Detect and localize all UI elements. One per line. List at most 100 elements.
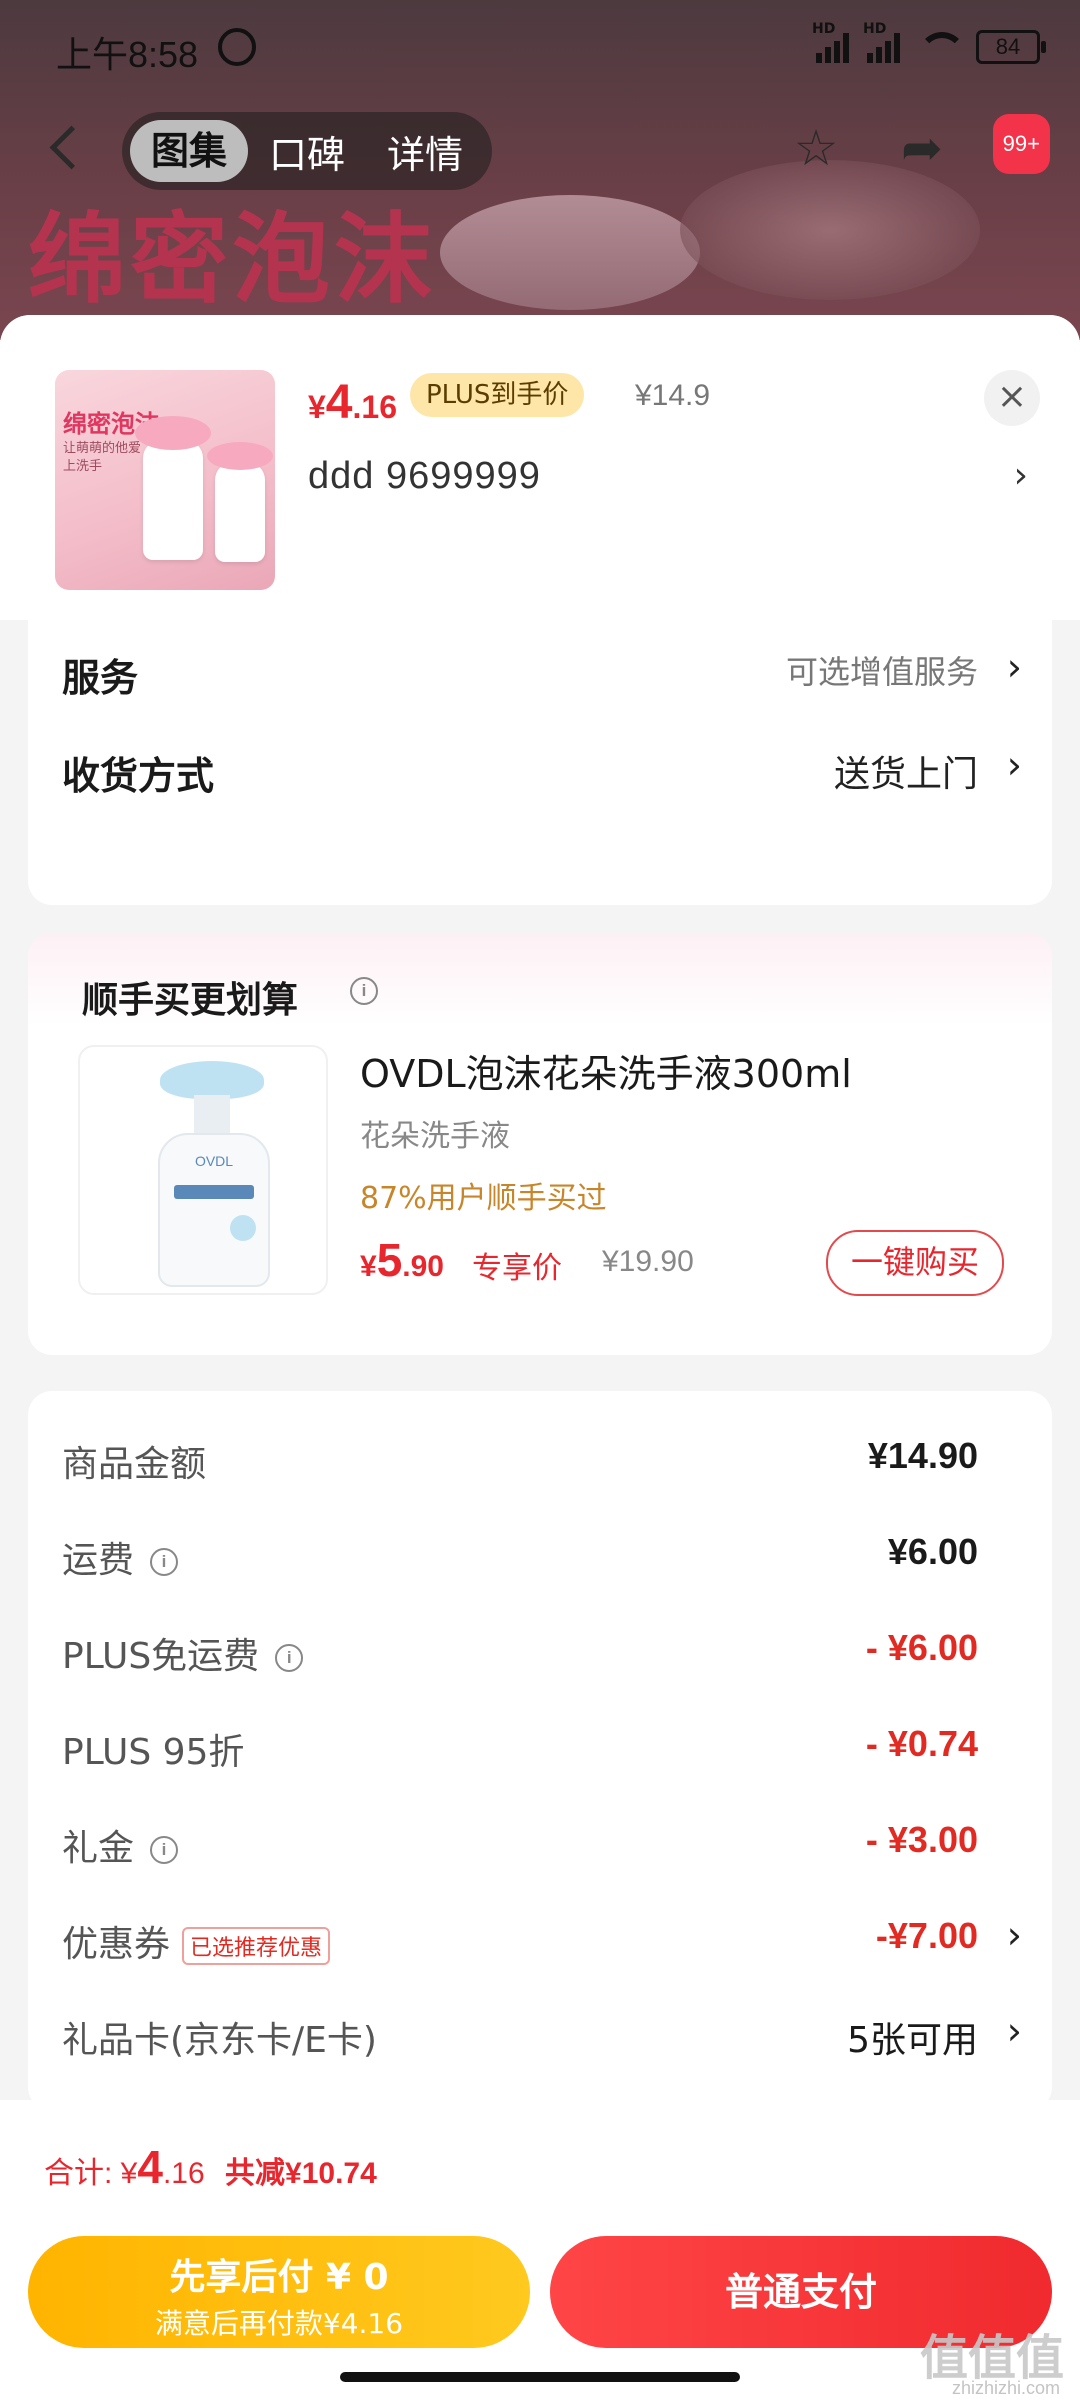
addon-product-name[interactable]: OVDL泡沫花朵洗手液300ml [360, 1043, 852, 1098]
plus-price-tag: PLUS到手价 [410, 373, 585, 417]
close-icon[interactable]: × [984, 370, 1040, 426]
amount-label: 优惠券 已选推荐优惠 [62, 1915, 331, 1967]
thumb-subtitle: 让萌萌的他爱上洗手 [63, 441, 142, 474]
nav-actions: ☆ ➦ ⋯99+ [788, 114, 1056, 176]
amount-row-shipping: 运费 i ¥6.00 [62, 1531, 1022, 1591]
share-icon[interactable]: ➦ [894, 120, 950, 176]
amount-row-gift-money: 礼金 i - ¥3.00 [62, 1819, 1022, 1879]
total-decimal: .16 [162, 2157, 205, 2190]
chevron-right-icon: › [1006, 2009, 1022, 2053]
battery-icon: 84 [976, 30, 1046, 64]
amount-label-text: PLUS免运费 [62, 1636, 260, 1677]
addon-price-integer: 5 [376, 1234, 403, 1286]
price-decimal: .16 [352, 389, 397, 425]
coupon-tag: 已选推荐优惠 [182, 1927, 331, 1965]
more-icon[interactable]: ⋯99+ [992, 114, 1056, 176]
amount-label: PLUS 95折 [62, 1732, 245, 1773]
addon-product-sub: 花朵洗手液 [360, 1119, 510, 1154]
watermark-url: zhizhizhi.com [951, 2378, 1060, 2398]
amount-value: 5张可用 [847, 2020, 978, 2061]
wifi-icon [918, 32, 966, 62]
one-click-buy-button[interactable]: 一键购买 [826, 1230, 1004, 1296]
amount-value: - ¥3.00 [865, 1819, 978, 1860]
original-price: ¥14.9 [635, 379, 711, 412]
amount-label-text: 礼金 [62, 1828, 135, 1869]
amount-label: 运费 i [62, 1531, 179, 1583]
amount-breakdown-card: 商品金额 ¥14.90 运费 i ¥6.00 PLUS免运费 i - ¥6.00 P… [28, 1391, 1052, 2111]
product-thumbnail: 绵密泡沫 让萌萌的他爱上洗手 [55, 370, 275, 590]
service-row[interactable]: 服务 可选增值服务 › [62, 645, 1022, 707]
purchase-sheet: 绵密泡沫 让萌萌的他爱上洗手 ¥4.16 PLUS到手价 ¥14.9 × ddd… [0, 315, 1080, 2400]
bottle-image-2 [215, 462, 265, 562]
total-label: 合计: [44, 2157, 121, 2190]
status-bar: 上午8:58 HD HD 84 [0, 0, 1080, 100]
message-badge: 99+ [992, 114, 1050, 174]
delivery-label: 收货方式 [62, 754, 215, 798]
tab-details[interactable]: 详情 [366, 124, 484, 179]
info-icon[interactable]: i [150, 1836, 179, 1864]
amount-row-plus-discount: PLUS 95折 - ¥0.74 [62, 1723, 1022, 1783]
bottle-cap-image [135, 416, 211, 450]
amount-value: - ¥6.00 [865, 1627, 978, 1668]
addon-exclusive-label: 专享价 [472, 1251, 562, 1286]
total-integer: 4 [137, 2141, 163, 2193]
addon-price-currency: ¥ [360, 1250, 377, 1283]
flower-pump-image [160, 1061, 264, 1099]
amount-row-goods: 商品金额 ¥14.90 [62, 1435, 1022, 1495]
spec-text: ddd 9699999 [308, 455, 541, 497]
signal-icon-2: HD [863, 21, 900, 63]
addon-price-decimal: .90 [402, 1250, 444, 1283]
info-icon[interactable]: i [150, 1548, 179, 1576]
total-bar: 合计: ¥4.16 共减¥10.74 [0, 2100, 1080, 2220]
tab-reviews[interactable]: 口碑 [248, 124, 366, 179]
back-icon[interactable] [48, 126, 88, 166]
price-currency: ¥ [308, 389, 326, 425]
nav-tabs: 图集 口碑 详情 [122, 112, 492, 190]
delivery-row[interactable]: 收货方式 送货上门 › [62, 743, 1022, 805]
bottle-cap-image-2 [207, 442, 273, 470]
product-price: ¥4.16 [308, 375, 397, 430]
product-page-background: 绵密泡沫 上午8:58 HD HD 84 图集 口碑 详情 ☆ ➦ ⋯99+ [0, 0, 1080, 340]
info-icon[interactable]: i [275, 1644, 304, 1672]
amount-value: ¥14.90 [867, 1435, 978, 1476]
pay-later-sub: 满意后再付款¥4.16 [154, 2307, 404, 2340]
amount-row-gift-card[interactable]: 礼品卡(京东卡/E卡) 5张可用 › [62, 2009, 1022, 2071]
addon-card: 顺手买更划算 i OVDL OVDL泡沫花朵洗手液300ml 花朵洗手液 87%… [28, 933, 1052, 1355]
amount-label-text: 运费 [62, 1540, 135, 1581]
bottle-image [143, 440, 203, 560]
status-icons: HD HD 84 [812, 21, 1046, 64]
signal-icon: HD [812, 21, 849, 63]
alarm-icon [218, 28, 256, 66]
total-amount: 合计: ¥4.16 共减¥10.74 [44, 2140, 377, 2194]
amount-label: 礼金 i [62, 1819, 179, 1871]
info-icon[interactable]: i [350, 977, 378, 1005]
addon-product-image[interactable]: OVDL [78, 1045, 328, 1295]
pay-later-button[interactable]: 先享后付 ¥ 0 满意后再付款¥4.16 [28, 2236, 530, 2348]
addon-bought-stat: 87%用户顺手买过 [360, 1181, 607, 1216]
amount-row-plus-free-shipping: PLUS免运费 i - ¥6.00 [62, 1627, 1022, 1687]
chevron-right-icon: › [1006, 1913, 1022, 1957]
product-summary: 绵密泡沫 让萌萌的他爱上洗手 ¥4.16 PLUS到手价 ¥14.9 × ddd… [0, 315, 1080, 620]
amount-value: ¥6.00 [887, 1531, 978, 1572]
status-time: 上午8:58 [56, 34, 199, 75]
hero-product-image [440, 195, 700, 310]
amount-label: 礼品卡(京东卡/E卡) [62, 2020, 377, 2061]
amount-row-coupon[interactable]: 优惠券 已选推荐优惠 -¥7.00 › [62, 1913, 1022, 1975]
top-nav-bar: 图集 口碑 详情 ☆ ➦ ⋯99+ [0, 108, 1080, 194]
home-indicator[interactable] [340, 2372, 740, 2382]
chevron-right-icon: › [1006, 743, 1022, 787]
favorite-star-icon[interactable]: ☆ [788, 120, 844, 176]
order-options-card: 数量 − 1 + 服务 可选增值服务 › 收货方式 送货上门 › [28, 559, 1052, 905]
bottle-brand: OVDL [194, 1153, 234, 1169]
addon-price: ¥5.90 [360, 1233, 444, 1287]
amount-label-text: 优惠券 [62, 1924, 171, 1965]
bottle-body-image: OVDL [158, 1133, 270, 1287]
amount-label: 商品金额 [62, 1444, 207, 1485]
pump-neck-image [194, 1095, 230, 1135]
payment-bar: 先享后付 ¥ 0 满意后再付款¥4.16 普通支付 [0, 2220, 1080, 2400]
tab-gallery[interactable]: 图集 [130, 120, 248, 182]
chevron-right-icon: › [1013, 455, 1028, 496]
pay-later-main: 先享后付 ¥ 0 [169, 2257, 389, 2298]
price-integer: 4 [325, 376, 353, 429]
spec-selector[interactable]: ddd 9699999 › [308, 455, 1028, 515]
